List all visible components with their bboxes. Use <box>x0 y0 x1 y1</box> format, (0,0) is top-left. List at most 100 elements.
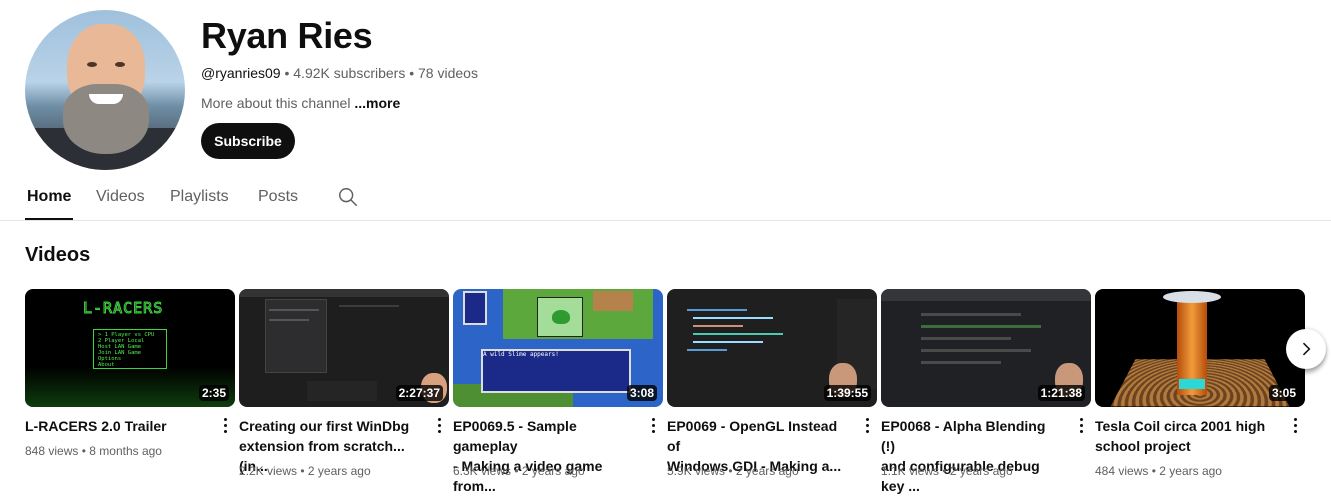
video-title-line: school project <box>1095 438 1191 454</box>
more-actions-icon[interactable] <box>219 415 231 435</box>
tab-posts[interactable]: Posts <box>258 188 298 206</box>
thumb-code-line <box>693 325 743 327</box>
video-card[interactable]: 3:05 Tesla Coil circa 2001 high school p… <box>1095 289 1305 478</box>
about-more-link[interactable]: ...more <box>354 95 400 111</box>
channel-avatar[interactable] <box>25 10 185 170</box>
view-count: 848 views <box>25 444 79 458</box>
video-count: 78 videos <box>418 65 478 81</box>
video-thumbnail[interactable]: 1:21:38 <box>881 289 1091 407</box>
thumb-pane <box>307 381 377 401</box>
thumb-titlebar <box>881 289 1091 301</box>
view-count: 6.3K views <box>453 464 512 478</box>
more-actions-icon[interactable] <box>1289 415 1301 435</box>
meta-separator: • <box>942 464 947 478</box>
thumb-code-line <box>687 349 727 351</box>
video-duration: 2:35 <box>198 385 229 401</box>
thumb-code-line <box>693 341 763 343</box>
upload-age: 2 years ago <box>1159 464 1222 478</box>
thumb-logo-text: L-RACERS <box>82 299 164 318</box>
video-title-line: EP0069.5 - Sample gameplay <box>453 418 577 454</box>
thumb-game-menu: > 1 Player vs CPU 2 Player Local Host LA… <box>93 329 167 369</box>
video-thumbnail[interactable]: 3:05 <box>1095 289 1305 407</box>
meta-separator: • <box>728 464 733 478</box>
video-stats: 5.9K views • 2 years ago <box>667 464 799 478</box>
upload-age: 2 years ago <box>949 464 1013 478</box>
avatar-eye <box>115 62 125 67</box>
video-thumbnail[interactable]: 1:39:55 <box>667 289 877 407</box>
thumb-coil-band <box>1179 379 1205 389</box>
video-title[interactable]: L-RACERS 2.0 Trailer <box>25 416 205 436</box>
video-duration: 2:27:37 <box>395 385 443 401</box>
video-card[interactable]: 2:27:37 Creating our first WinDbg extens… <box>239 289 449 478</box>
about-channel-link[interactable]: More about this channel ...more <box>201 95 400 111</box>
upload-age: 2 years ago <box>735 464 799 478</box>
carousel-next-button[interactable] <box>1286 329 1326 369</box>
thumb-row <box>921 337 1011 340</box>
thumb-code-line <box>687 309 747 311</box>
meta-separator: • <box>81 444 86 458</box>
more-actions-icon[interactable] <box>1075 415 1087 435</box>
thumb-line <box>269 319 309 321</box>
thumb-dialog-text: A wild Slime appears! <box>483 351 559 358</box>
tab-videos[interactable]: Videos <box>96 188 145 206</box>
thumb-line <box>339 305 399 307</box>
video-duration: 3:05 <box>1268 385 1299 401</box>
meta-separator: • <box>409 65 415 81</box>
thumb-mountain <box>593 291 633 311</box>
channel-tabs: Home Videos Playlists Posts <box>0 172 1331 221</box>
view-count: 2.2K views <box>239 464 298 478</box>
video-card[interactable]: A wild Slime appears! 3:08 EP0069.5 - Sa… <box>453 289 663 494</box>
thumb-row <box>921 325 1041 328</box>
more-actions-icon[interactable] <box>861 415 873 435</box>
upload-age: 2 years ago <box>521 464 585 478</box>
video-thumbnail[interactable]: 2:27:37 <box>239 289 449 407</box>
more-actions-icon[interactable] <box>433 415 445 435</box>
meta-separator: • <box>284 65 290 81</box>
subscriber-count: 4.92K subscribers <box>293 65 406 81</box>
video-title-line: EP0069 - OpenGL Instead of <box>667 418 838 454</box>
video-title[interactable]: EP0068 - Alpha Blending (!) and configur… <box>881 416 1061 496</box>
thumb-line <box>269 309 319 311</box>
avatar-smile <box>89 94 123 104</box>
channel-name: Ryan Ries <box>201 15 373 56</box>
active-tab-indicator <box>25 218 73 220</box>
chevron-right-icon <box>1302 342 1311 356</box>
view-count: 484 views <box>1095 464 1149 478</box>
video-title-line: L-RACERS 2.0 Trailer <box>25 418 167 434</box>
video-title[interactable]: Tesla Coil circa 2001 high school projec… <box>1095 416 1275 456</box>
tab-playlists[interactable]: Playlists <box>170 188 229 206</box>
meta-separator: • <box>300 464 305 478</box>
video-duration: 3:08 <box>626 385 657 401</box>
thumb-coil-toroid <box>1163 291 1221 303</box>
video-duration: 1:21:38 <box>1037 385 1085 401</box>
thumb-code-line <box>693 333 783 335</box>
meta-separator: • <box>514 464 519 478</box>
video-stats: 848 views • 8 months ago <box>25 444 162 458</box>
video-thumbnail[interactable]: L-RACERS > 1 Player vs CPU 2 Player Loca… <box>25 289 235 407</box>
video-card[interactable]: 1:39:55 EP0069 - OpenGL Instead of Windo… <box>667 289 877 478</box>
more-actions-icon[interactable] <box>647 415 659 435</box>
thumb-row <box>921 313 1021 316</box>
video-title-line: Creating our first WinDbg <box>239 418 410 434</box>
video-title-line: EP0068 - Alpha Blending (!) <box>881 418 1046 454</box>
section-title: Videos <box>25 244 91 266</box>
channel-handle: @ryanries09 <box>201 65 281 81</box>
subscribe-button[interactable]: Subscribe <box>201 123 295 159</box>
video-stats: 6.3K views • 2 years ago <box>453 464 585 478</box>
search-icon[interactable] <box>337 186 359 208</box>
thumb-slime <box>537 297 583 337</box>
tab-home[interactable]: Home <box>27 188 71 206</box>
thumb-titlebar <box>239 289 449 297</box>
video-duration: 1:39:55 <box>823 385 871 401</box>
video-thumbnail[interactable]: A wild Slime appears! 3:08 <box>453 289 663 407</box>
video-stats: 2.2K views • 2 years ago <box>239 464 371 478</box>
thumb-stat-box <box>463 291 487 325</box>
view-count: 1.1K views <box>881 464 940 478</box>
video-stats: 1.1K views • 2 years ago <box>881 464 1013 478</box>
channel-meta: @ryanries09 • 4.92K subscribers • 78 vid… <box>201 65 478 81</box>
video-title[interactable]: EP0069.5 - Sample gameplay - Making a vi… <box>453 416 633 496</box>
thumb-row <box>921 349 1031 352</box>
video-card[interactable]: L-RACERS > 1 Player vs CPU 2 Player Loca… <box>25 289 235 458</box>
upload-age: 8 months ago <box>89 444 162 458</box>
video-card[interactable]: 1:21:38 EP0068 - Alpha Blending (!) and … <box>881 289 1091 494</box>
